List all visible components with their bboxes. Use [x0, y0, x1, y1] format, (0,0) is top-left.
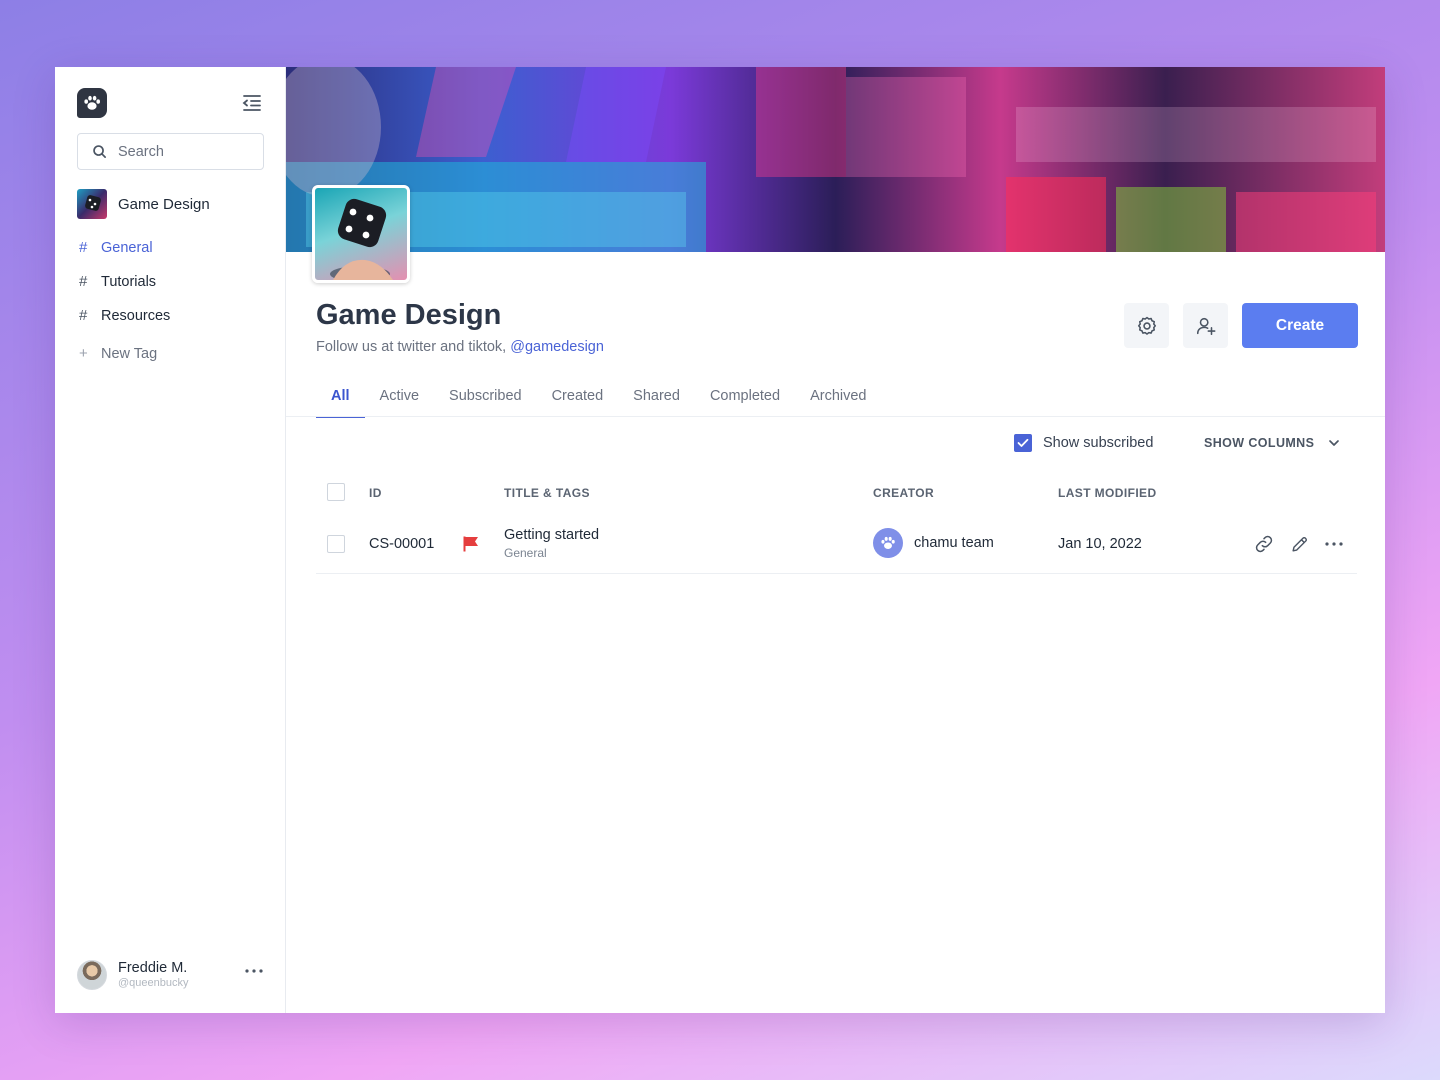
- sidebar-item-label: Resources: [101, 307, 171, 324]
- workspace-switcher[interactable]: Game Design: [77, 189, 210, 219]
- create-button[interactable]: Create: [1242, 303, 1358, 348]
- check-icon: [1017, 438, 1029, 447]
- invite-member-button[interactable]: [1183, 303, 1228, 348]
- chevron-down-icon: [1329, 440, 1340, 446]
- sidebar-item-label: General: [101, 239, 153, 256]
- hash-icon: #: [79, 273, 88, 290]
- sidebar-item-general[interactable]: # General: [79, 239, 153, 256]
- main-content: Game Design Follow us at twitter and tik…: [286, 67, 1385, 1013]
- add-user-icon: [1196, 317, 1215, 335]
- row-id: CS-00001: [369, 536, 435, 552]
- group-handle-link[interactable]: @gamedesign: [510, 339, 604, 355]
- user-name: Freddie M.: [118, 960, 188, 976]
- sidebar-item-resources[interactable]: # Resources: [79, 307, 170, 324]
- hash-icon: #: [79, 239, 88, 256]
- sidebar-item-tutorials[interactable]: # Tutorials: [79, 273, 156, 290]
- show-subscribed-toggle[interactable]: Show subscribed: [1014, 434, 1153, 452]
- search-box[interactable]: [77, 133, 264, 170]
- creator-avatar: [873, 528, 903, 558]
- group-banner-image: [286, 67, 1385, 252]
- search-input[interactable]: [118, 143, 258, 160]
- group-description: Follow us at twitter and tiktok, @gamede…: [316, 339, 604, 355]
- user-handle: @queenbucky: [118, 977, 189, 989]
- row-title-cell[interactable]: Getting started General: [504, 527, 599, 561]
- collapse-sidebar-icon[interactable]: [241, 93, 263, 113]
- paw-logo-icon[interactable]: [77, 88, 107, 118]
- show-columns-label: SHOW COLUMNS: [1204, 436, 1315, 450]
- user-profile[interactable]: Freddie M. @queenbucky: [77, 960, 189, 990]
- tab-active[interactable]: Active: [365, 376, 435, 418]
- search-icon: [93, 145, 106, 158]
- tab-completed[interactable]: Completed: [695, 376, 795, 418]
- select-all-checkbox[interactable]: [327, 483, 345, 501]
- paw-icon: [881, 536, 895, 549]
- filter-tabs: All Active Subscribed Created Shared Com…: [316, 376, 881, 418]
- link-icon[interactable]: [1254, 534, 1274, 554]
- sidebar: Game Design # General # Tutorials # Reso…: [55, 67, 286, 1013]
- tabs-divider: [286, 416, 1385, 417]
- row-title: Getting started: [504, 527, 600, 543]
- column-header-title[interactable]: TITLE & TAGS: [504, 486, 590, 500]
- show-columns-dropdown[interactable]: SHOW COLUMNS: [1204, 436, 1340, 450]
- row-creator: chamu team: [873, 528, 994, 558]
- row-last-modified: Jan 10, 2022: [1058, 536, 1142, 552]
- flag-icon[interactable]: [462, 535, 480, 553]
- workspace-name: Game Design: [118, 195, 210, 213]
- page-title: Game Design: [316, 299, 502, 331]
- new-tag-label: New Tag: [101, 345, 158, 362]
- settings-button[interactable]: [1124, 303, 1169, 348]
- show-subscribed-label: Show subscribed: [1043, 435, 1154, 451]
- workspace-thumbnail: [77, 189, 107, 219]
- more-horizontal-icon[interactable]: [1324, 534, 1344, 554]
- column-header-last-modified[interactable]: LAST MODIFIED: [1058, 486, 1157, 500]
- column-header-id[interactable]: ID: [369, 486, 382, 500]
- row-checkbox[interactable]: [327, 535, 345, 553]
- tab-created[interactable]: Created: [537, 376, 619, 418]
- hash-icon: #: [79, 307, 88, 324]
- group-avatar: [312, 185, 410, 283]
- tab-shared[interactable]: Shared: [618, 376, 695, 418]
- tab-archived[interactable]: Archived: [795, 376, 881, 418]
- tab-all[interactable]: All: [316, 376, 365, 418]
- new-tag-button[interactable]: + New Tag: [79, 345, 157, 362]
- row-tag: General: [504, 546, 547, 560]
- tab-subscribed[interactable]: Subscribed: [434, 376, 537, 418]
- row-divider: [316, 573, 1357, 574]
- pencil-icon[interactable]: [1289, 534, 1309, 554]
- creator-name: chamu team: [914, 535, 994, 551]
- column-header-creator[interactable]: CREATOR: [873, 486, 934, 500]
- group-description-text: Follow us at twitter and tiktok,: [316, 339, 507, 355]
- app-window: Game Design # General # Tutorials # Reso…: [55, 67, 1385, 1013]
- show-subscribed-checkbox[interactable]: [1014, 434, 1032, 452]
- sidebar-item-label: Tutorials: [101, 273, 157, 290]
- plus-icon: +: [79, 345, 88, 362]
- gear-icon: [1137, 316, 1156, 335]
- avatar: [77, 960, 107, 990]
- more-horizontal-icon[interactable]: [242, 962, 266, 980]
